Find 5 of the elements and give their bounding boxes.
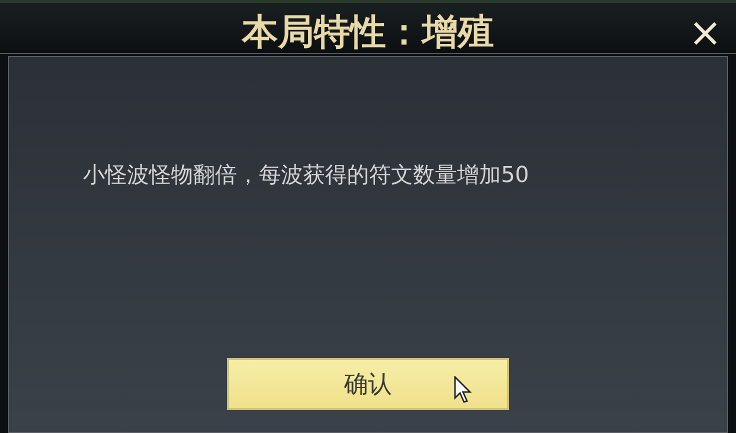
message-text: 小怪波怪物翻倍，每波获得的符文数量增加50 — [83, 162, 530, 190]
close-button[interactable]: × — [688, 13, 722, 53]
cursor-icon — [454, 376, 472, 404]
confirm-button[interactable]: 确认 — [227, 358, 509, 410]
dialog-title: 本局特性：增殖 — [242, 15, 494, 51]
